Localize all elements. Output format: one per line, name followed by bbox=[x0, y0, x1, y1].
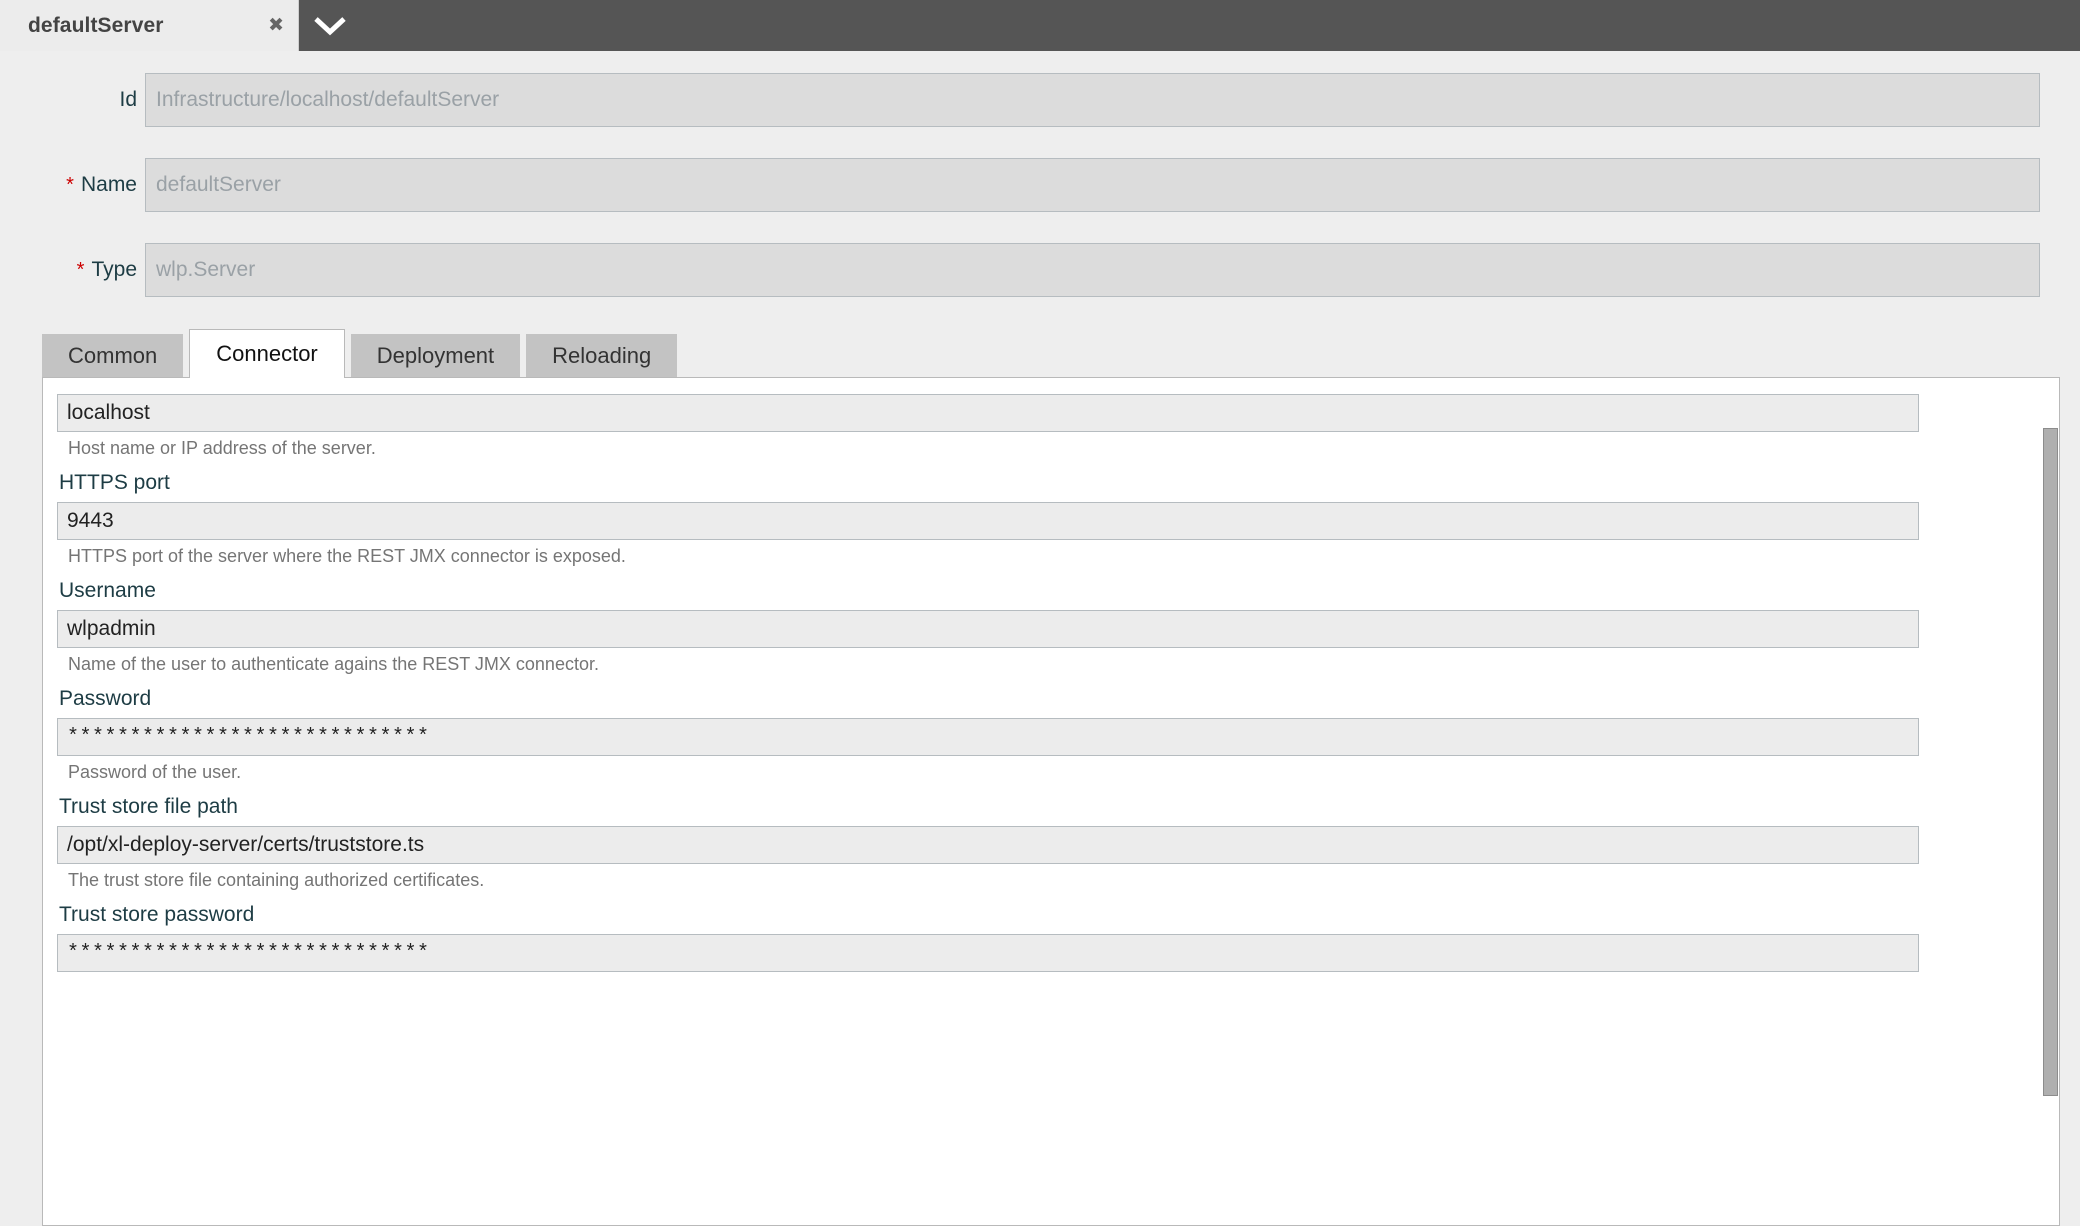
field-group-username: Username wlpadmin Name of the user to au… bbox=[57, 579, 2059, 675]
host-input-value: localhost bbox=[67, 401, 150, 424]
username-label: Username bbox=[59, 579, 156, 602]
trust-store-password-label: Trust store password bbox=[59, 903, 255, 926]
field-group-trust-store-path: Trust store file path /opt/xl-deploy-ser… bbox=[57, 795, 2059, 891]
tab-deployment[interactable]: Deployment bbox=[350, 334, 521, 377]
field-group-password: Password ***************************** P… bbox=[57, 687, 2059, 783]
tab-label: Connector bbox=[216, 341, 318, 366]
type-field-value: wlp.Server bbox=[156, 258, 256, 281]
chevron-down-icon bbox=[314, 16, 346, 35]
tab-label: Deployment bbox=[376, 342, 495, 368]
field-group-https-port: HTTPS port 9443 HTTPS port of the server… bbox=[57, 471, 2059, 567]
entity-header-form: Id Infrastructure/localhost/defaultServe… bbox=[0, 51, 2080, 297]
trust-store-path-input[interactable]: /opt/xl-deploy-server/certs/truststore.t… bbox=[57, 826, 1919, 864]
username-help-text: Name of the user to authenticate agains … bbox=[68, 654, 599, 674]
label-id: Id bbox=[0, 88, 145, 112]
trust-store-path-input-value: /opt/xl-deploy-server/certs/truststore.t… bbox=[67, 833, 425, 856]
field-label-text: Id bbox=[119, 88, 137, 111]
tab-common[interactable]: Common bbox=[42, 334, 184, 377]
form-row-id: Id Infrastructure/localhost/defaultServe… bbox=[0, 73, 2080, 127]
type-field[interactable]: wlp.Server bbox=[145, 243, 2040, 297]
document-tab-label: defaultServer bbox=[28, 13, 164, 37]
field-label-text: Type bbox=[91, 258, 137, 281]
connector-tab-panel: localhost Host name or IP address of the… bbox=[42, 377, 2060, 1226]
tab-list-dropdown-button[interactable] bbox=[299, 0, 361, 51]
password-label: Password bbox=[59, 687, 152, 710]
label-name: * Name bbox=[0, 173, 145, 197]
https-port-label: HTTPS port bbox=[59, 471, 170, 494]
https-port-help-text: HTTPS port of the server where the REST … bbox=[68, 546, 626, 566]
https-port-input[interactable]: 9443 bbox=[57, 502, 1919, 540]
username-input-value: wlpadmin bbox=[67, 617, 156, 640]
vertical-scrollbar-thumb[interactable] bbox=[2043, 428, 2058, 1096]
field-group-trust-store-password: Trust store password *******************… bbox=[57, 903, 2059, 972]
host-input[interactable]: localhost bbox=[57, 394, 1919, 432]
name-field-value: defaultServer bbox=[156, 173, 281, 196]
close-icon[interactable]: ✖ bbox=[248, 16, 284, 35]
required-asterisk-icon: * bbox=[76, 259, 85, 281]
host-help-text: Host name or IP address of the server. bbox=[68, 438, 376, 458]
tab-label: Common bbox=[68, 342, 158, 368]
field-label-text: Name bbox=[80, 173, 137, 196]
document-tab-default-server[interactable]: defaultServer ✖ bbox=[0, 0, 299, 51]
field-group-host: localhost Host name or IP address of the… bbox=[57, 394, 2059, 459]
password-help-text: Password of the user. bbox=[68, 762, 242, 782]
form-row-name: * Name defaultServer bbox=[0, 158, 2080, 212]
tab-label: Reloading bbox=[552, 342, 652, 368]
trust-store-path-help-text: The trust store file containing authoriz… bbox=[68, 870, 485, 890]
name-field[interactable]: defaultServer bbox=[145, 158, 2040, 212]
window-tab-strip: defaultServer ✖ bbox=[0, 0, 2080, 51]
form-row-type: * Type wlp.Server bbox=[0, 243, 2080, 297]
username-input[interactable]: wlpadmin bbox=[57, 610, 1919, 648]
required-asterisk-icon: * bbox=[66, 174, 74, 196]
tab-reloading[interactable]: Reloading bbox=[526, 334, 678, 377]
trust-store-password-input-value: ***************************** bbox=[67, 941, 430, 965]
vertical-scrollbar-track[interactable] bbox=[2041, 378, 2059, 1225]
id-field[interactable]: Infrastructure/localhost/defaultServer bbox=[145, 73, 2040, 127]
connector-form: localhost Host name or IP address of the… bbox=[43, 378, 2059, 972]
label-type: * Type bbox=[0, 258, 145, 282]
trust-store-path-label: Trust store file path bbox=[59, 795, 238, 818]
password-input-value: ***************************** bbox=[67, 725, 430, 749]
trust-store-password-input[interactable]: ***************************** bbox=[57, 934, 1919, 972]
password-input[interactable]: ***************************** bbox=[57, 718, 1919, 756]
https-port-input-value: 9443 bbox=[67, 509, 114, 532]
tab-connector[interactable]: Connector bbox=[189, 329, 345, 378]
id-field-value: Infrastructure/localhost/defaultServer bbox=[156, 88, 500, 111]
property-tabs: Common Connector Deployment Reloading bbox=[0, 328, 2080, 378]
